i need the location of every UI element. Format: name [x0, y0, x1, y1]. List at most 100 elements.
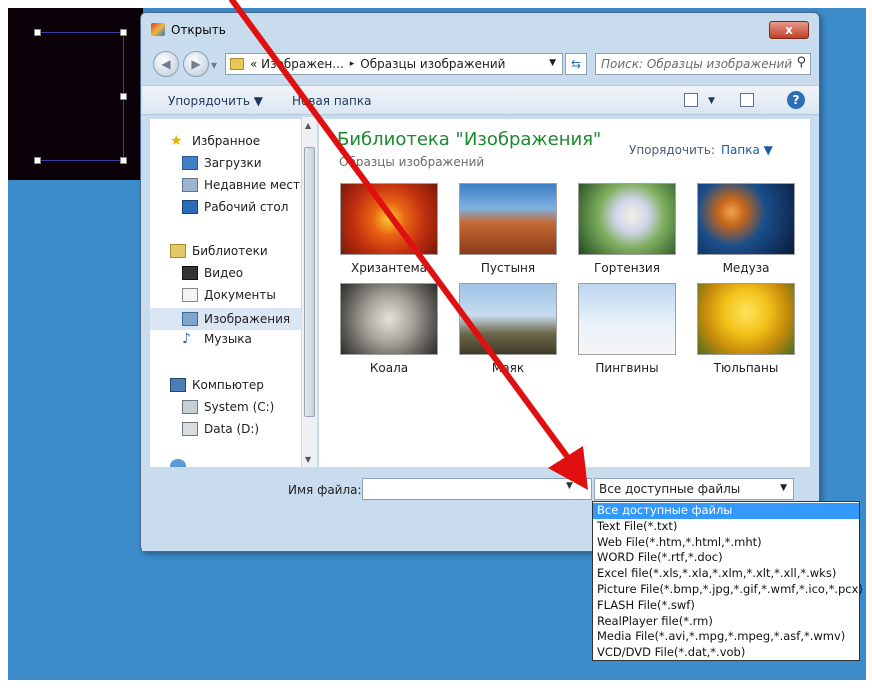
- filename-dropdown-icon[interactable]: ▼: [566, 481, 573, 491]
- file-list-pane: Библиотека "Изображения" Образцы изображ…: [319, 119, 810, 467]
- pictures-icon: [182, 312, 198, 326]
- libraries-icon: [170, 244, 186, 258]
- folder-icon: [230, 58, 244, 70]
- thumbnail-tulips: [697, 283, 795, 355]
- sidebar-item-desktop[interactable]: Рабочий стол: [182, 200, 288, 214]
- sidebar-item-label: Рабочий стол: [204, 200, 289, 214]
- filetype-option[interactable]: Все доступные файлы: [593, 503, 859, 519]
- sidebar-item-label: Загрузки: [204, 156, 262, 170]
- selection-border-top: [38, 32, 124, 33]
- preview-pane-icon[interactable]: [740, 93, 754, 107]
- filename-input[interactable]: [362, 478, 592, 500]
- address-dropdown-icon[interactable]: ▼: [549, 58, 556, 68]
- library-subtitle: Образцы изображений: [339, 155, 485, 169]
- arrange-by-label: Упорядочить:: [629, 143, 715, 157]
- command-toolbar: Упорядочить ▼ Новая папка ▼ ?: [142, 85, 819, 115]
- sidebar-item-libraries[interactable]: Библиотеки: [170, 244, 268, 258]
- file-item[interactable]: Медуза: [697, 183, 795, 275]
- filetype-option[interactable]: FLASH File(*.swf): [593, 598, 859, 614]
- title-bar[interactable]: Открыть x: [141, 13, 819, 43]
- sidebar-item-recent-places[interactable]: Недавние места: [182, 178, 307, 192]
- resize-handle[interactable]: [120, 93, 127, 100]
- thumbnail-koala: [340, 283, 438, 355]
- file-item[interactable]: Гортензия: [578, 183, 676, 275]
- history-dropdown-icon[interactable]: ▼: [211, 61, 217, 70]
- breadcrumb-pictures[interactable]: Изображен...: [261, 57, 344, 71]
- resize-handle[interactable]: [120, 29, 127, 36]
- file-item[interactable]: Маяк: [459, 283, 557, 375]
- library-title: Библиотека "Изображения": [337, 129, 602, 150]
- filetype-option[interactable]: WORD File(*.rtf,*.doc): [593, 550, 859, 566]
- address-overflow-chevron[interactable]: «: [250, 57, 257, 71]
- view-options-dropdown-icon[interactable]: ▼: [708, 96, 715, 106]
- sidebar-item-drive-d[interactable]: Data (D:): [182, 422, 259, 436]
- sidebar-item-label: Видео: [204, 266, 244, 280]
- arrange-by-dropdown[interactable]: Папка ▼: [721, 143, 773, 157]
- refresh-button[interactable]: ⇆: [565, 53, 587, 75]
- sidebar-item-computer[interactable]: Компьютер: [170, 378, 264, 392]
- navigation-pane: ★ Избранное Загрузки Недавние места Рабо…: [150, 119, 316, 467]
- thumbnail-desert: [459, 183, 557, 255]
- file-item[interactable]: Пустыня: [459, 183, 557, 275]
- sidebar-item-label: Избранное: [192, 134, 261, 148]
- file-item[interactable]: Тюльпаны: [697, 283, 795, 375]
- resize-handle[interactable]: [34, 29, 41, 36]
- back-button[interactable]: ◀: [153, 51, 179, 77]
- sidebar-item-label: Недавние места: [204, 178, 308, 192]
- resize-handle[interactable]: [120, 157, 127, 164]
- change-view-icon[interactable]: [684, 93, 698, 107]
- sidebar-item-documents[interactable]: Документы: [182, 288, 276, 302]
- app-icon: [151, 23, 165, 36]
- file-item[interactable]: Пингвины: [578, 283, 676, 375]
- forward-button[interactable]: ▶: [183, 51, 209, 77]
- scroll-down-icon[interactable]: ▼: [305, 455, 311, 464]
- sidebar-item-drive-c[interactable]: System (C:): [182, 400, 274, 414]
- breadcrumb-sample-pictures[interactable]: Образцы изображений: [360, 57, 505, 71]
- filetype-dropdown-icon[interactable]: ▼: [780, 483, 787, 493]
- new-folder-button[interactable]: Новая папка: [292, 94, 371, 108]
- address-bar[interactable]: « Изображен... ▸ Образцы изображений ▼: [225, 53, 563, 75]
- help-icon[interactable]: ?: [787, 91, 805, 109]
- sidebar-item-pictures[interactable]: Изображения: [150, 308, 310, 330]
- file-item[interactable]: Хризантема: [340, 183, 438, 275]
- filetype-option[interactable]: Picture File(*.bmp,*.jpg,*.gif,*.wmf,*.i…: [593, 582, 863, 598]
- sidebar-item-network[interactable]: [170, 459, 192, 467]
- search-icon[interactable]: ⚲: [796, 55, 806, 70]
- search-input[interactable]: Поиск: Образцы изображений ⚲: [595, 53, 811, 75]
- sidebar-item-label: Библиотеки: [192, 244, 268, 258]
- filetype-option[interactable]: VCD/DVD File(*.dat,*.vob): [593, 645, 859, 661]
- selected-shape[interactable]: [8, 8, 143, 180]
- scroll-thumb[interactable]: [304, 147, 315, 417]
- file-name: Маяк: [491, 361, 525, 375]
- sidebar-item-video[interactable]: Видео: [182, 266, 243, 280]
- thumbnail-chrysanthemum: [340, 183, 438, 255]
- sidebar-item-downloads[interactable]: Загрузки: [182, 156, 262, 170]
- breadcrumb-separator-icon[interactable]: ▸: [350, 59, 355, 69]
- thumbnail-penguins: [578, 283, 676, 355]
- scroll-up-icon[interactable]: ▲: [305, 121, 311, 130]
- video-icon: [182, 266, 198, 280]
- sidebar-item-label: System (C:): [204, 400, 275, 414]
- filetype-selected-value: Все доступные файлы: [599, 482, 741, 496]
- dialog-title: Открыть: [171, 23, 226, 37]
- organize-button[interactable]: Упорядочить ▼: [168, 94, 263, 108]
- resize-handle[interactable]: [34, 157, 41, 164]
- close-button[interactable]: x: [769, 21, 809, 39]
- file-item[interactable]: Коала: [340, 283, 438, 375]
- filetype-option[interactable]: Text File(*.txt): [593, 519, 859, 535]
- navigation-scrollbar[interactable]: ▲ ▼: [301, 117, 317, 467]
- sidebar-item-favorites[interactable]: ★ Избранное: [170, 134, 260, 148]
- filetype-option[interactable]: Web File(*.htm,*.html,*.mht): [593, 535, 859, 551]
- filetype-option[interactable]: Media File(*.avi,*.mpg,*.mpeg,*.asf,*.wm…: [593, 629, 859, 645]
- filetype-select[interactable]: Все доступные файлы ▼: [594, 478, 794, 500]
- file-name: Коала: [369, 361, 409, 375]
- file-name: Тюльпаны: [713, 361, 779, 375]
- selection-border-bottom: [38, 160, 124, 161]
- filetype-option[interactable]: RealPlayer file(*.rm): [593, 614, 859, 630]
- sidebar-item-music[interactable]: ♪ Музыка: [182, 332, 252, 346]
- recent-places-icon: [182, 178, 198, 192]
- file-name: Медуза: [722, 261, 770, 275]
- thumbnail-lighthouse: [459, 283, 557, 355]
- filename-label: Имя файла:: [288, 483, 362, 497]
- filetype-option[interactable]: Excel file(*.xls,*.xla,*.xlm,*.xlt,*.xll…: [593, 566, 859, 582]
